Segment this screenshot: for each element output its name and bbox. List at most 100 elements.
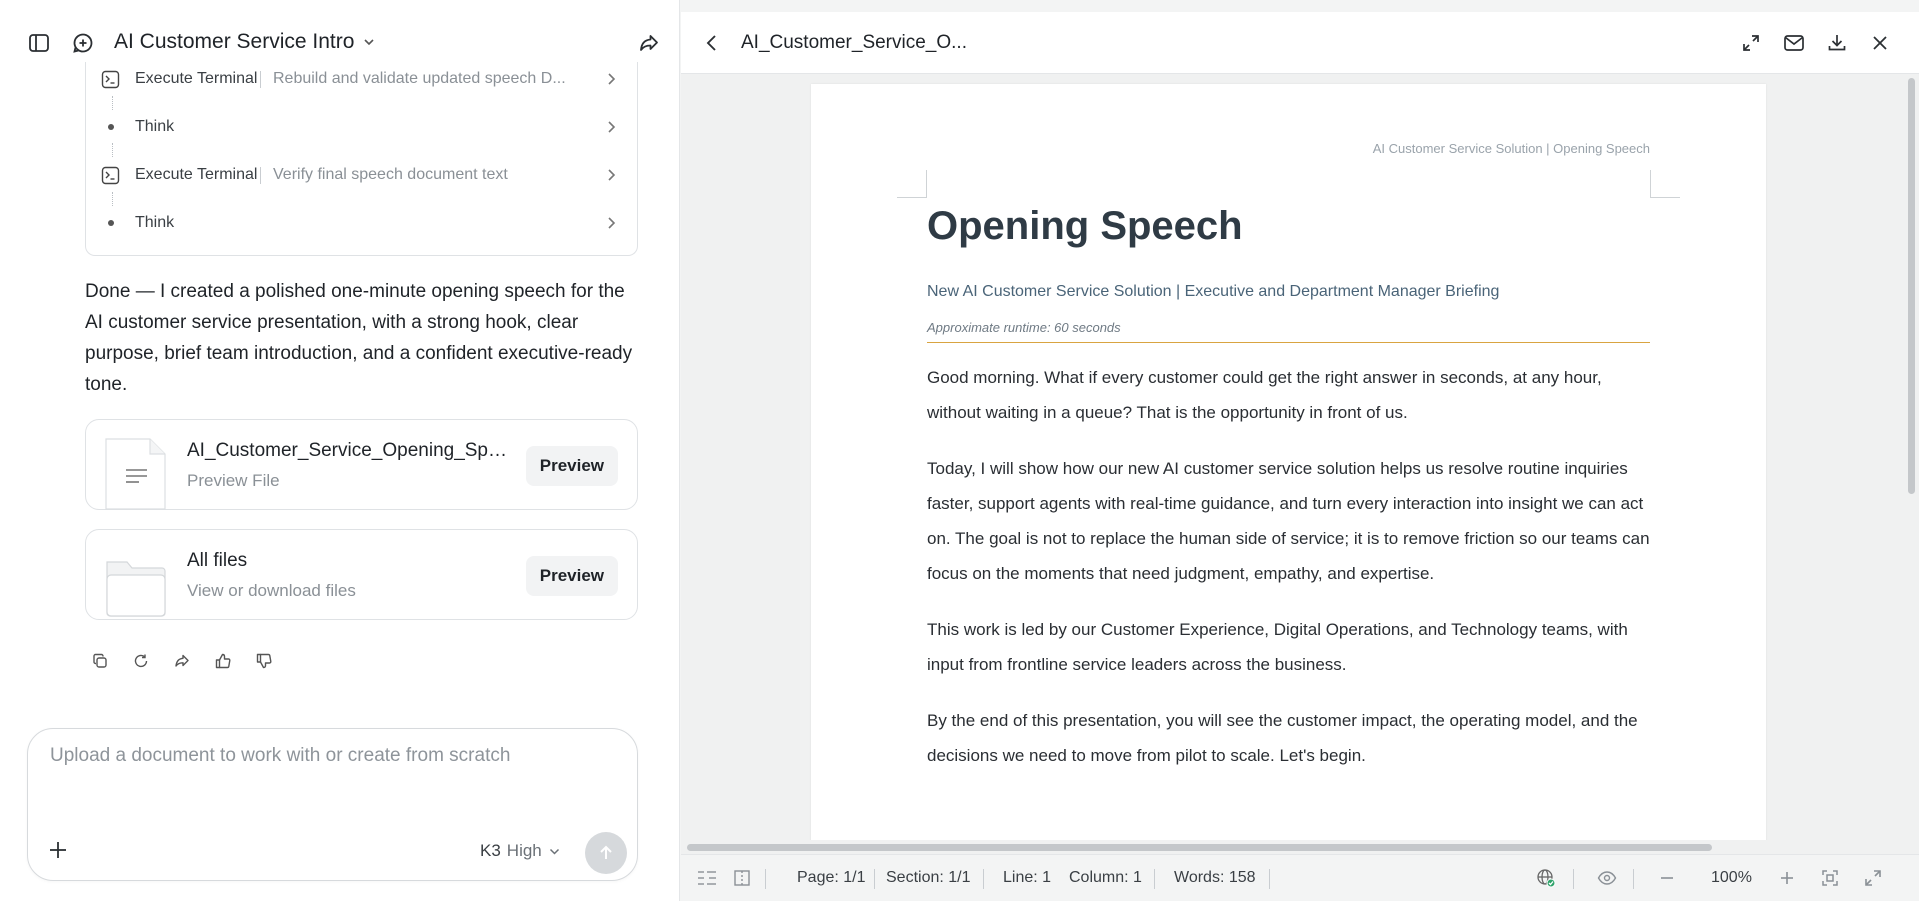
language-globe-icon[interactable] (1535, 867, 1557, 889)
vertical-scrollbar[interactable] (1904, 74, 1919, 840)
plus-icon[interactable] (45, 837, 71, 863)
running-header: AI Customer Service Solution | Opening S… (1372, 141, 1650, 156)
chevron-down-icon (548, 845, 561, 858)
file-card-speech[interactable]: AI_Customer_Service_Opening_Spee... Prev… (85, 419, 638, 510)
download-icon[interactable] (1825, 31, 1849, 55)
preview-button[interactable]: Preview (525, 446, 618, 486)
document-paragraph: By the end of this presentation, you wil… (927, 711, 1638, 765)
folder-icon (105, 548, 166, 620)
step-divider (260, 71, 261, 88)
status-divider (874, 869, 875, 889)
document-paragraph: Today, I will show how our new AI custom… (927, 459, 1650, 583)
message-composer: K3 High (27, 728, 638, 881)
scrollbar-thumb[interactable] (1908, 78, 1915, 494)
chevron-right-icon (603, 215, 619, 231)
zoom-out-icon[interactable] (1656, 867, 1678, 889)
message-actions (91, 652, 273, 670)
step-think[interactable]: Think (86, 206, 637, 240)
crop-mark (1650, 170, 1680, 198)
assistant-reply: Done — I created a polished one-minute o… (85, 281, 633, 395)
chevron-right-icon (603, 119, 619, 135)
chat-panel: AI Customer Service Intro Execute Termin… (0, 0, 680, 901)
outline-icon[interactable] (696, 867, 718, 889)
status-divider (1154, 869, 1155, 889)
mail-icon[interactable] (1782, 31, 1806, 55)
document-canvas[interactable]: AI Customer Service Solution | Opening S… (681, 74, 1904, 840)
chevron-right-icon (603, 71, 619, 87)
status-divider (983, 869, 984, 889)
status-line: Line: 1 (1003, 869, 1052, 886)
document-paragraph: This work is led by our Customer Experie… (927, 620, 1628, 674)
chat-title-text: AI Customer Service Intro (114, 30, 355, 53)
accent-rule (927, 342, 1650, 343)
regenerate-icon[interactable] (132, 652, 150, 670)
tool-steps-list: Execute Terminal Rebuild and validate up… (85, 62, 638, 256)
preview-button[interactable]: Preview (525, 556, 618, 596)
file-subtitle: View or download files (187, 581, 356, 600)
step-execute-terminal[interactable]: Execute Terminal Verify final speech doc… (86, 158, 637, 192)
fit-page-icon[interactable] (1819, 867, 1841, 889)
sidebar-toggle-icon[interactable] (25, 29, 53, 57)
copy-icon[interactable] (91, 652, 109, 670)
step-execute-terminal[interactable]: Execute Terminal Rebuild and validate up… (86, 62, 637, 96)
status-page: Page: 1/1 (797, 869, 866, 886)
share-icon[interactable] (173, 652, 191, 670)
document-subtitle: New AI Customer Service Solution | Execu… (927, 283, 1500, 300)
zoom-in-icon[interactable] (1776, 867, 1798, 889)
thumbs-down-icon[interactable] (255, 652, 273, 670)
document-title: AI_Customer_Service_O... (741, 32, 967, 53)
document-runtime: Approximate runtime: 60 seconds (927, 320, 1121, 335)
terminal-icon (101, 166, 120, 185)
back-arrow-icon[interactable] (700, 31, 724, 55)
thumbs-up-icon[interactable] (214, 652, 232, 670)
terminal-icon (101, 70, 120, 89)
step-description: Rebuild and validate updated speech D... (273, 70, 566, 87)
document-paragraph: Good morning. What if every customer cou… (927, 368, 1602, 422)
zoom-level[interactable]: 100% (1711, 869, 1752, 887)
file-name: All files (187, 550, 248, 571)
status-words: Words: 158 (1174, 869, 1256, 886)
status-bar: Page: 1/1 Section: 1/1 Line: 1 Column: 1… (681, 854, 1919, 901)
document-body: Good morning. What if every customer cou… (927, 360, 1657, 794)
send-button[interactable] (585, 832, 627, 874)
message-input[interactable] (50, 745, 610, 767)
new-chat-icon[interactable] (69, 29, 97, 57)
arrow-up-icon (600, 845, 612, 859)
step-name: Execute Terminal (135, 70, 258, 87)
step-divider (260, 167, 261, 184)
document-file-icon (105, 438, 166, 510)
file-subtitle: Preview File (187, 471, 280, 490)
step-connector (112, 143, 113, 157)
file-name: AI_Customer_Service_Opening_Spee... (187, 440, 517, 461)
model-name: K3 (480, 841, 501, 860)
document-page: AI Customer Service Solution | Opening S… (811, 84, 1766, 840)
expand-icon[interactable] (1739, 31, 1763, 55)
model-mode: High (506, 841, 542, 860)
close-icon[interactable] (1868, 31, 1892, 55)
file-card-all-files[interactable]: All files View or download files Preview (85, 529, 638, 620)
model-selector[interactable]: K3 High (480, 841, 561, 861)
step-connector (112, 192, 113, 206)
chevron-right-icon (603, 167, 619, 183)
status-column: Column: 1 (1069, 869, 1142, 886)
status-divider (1269, 869, 1270, 889)
status-divider (1573, 869, 1574, 889)
chat-title[interactable]: AI Customer Service Intro (114, 30, 376, 54)
step-name: Execute Terminal (135, 166, 258, 183)
status-section: Section: 1/1 (886, 869, 971, 886)
step-think[interactable]: Think (86, 110, 637, 144)
horizontal-scrollbar[interactable] (681, 840, 1904, 854)
scrollbar-thumb[interactable] (687, 844, 1712, 851)
page-layout-icon[interactable] (731, 867, 753, 889)
chevron-down-icon (362, 35, 376, 49)
eye-icon[interactable] (1596, 867, 1618, 889)
step-name: Think (135, 118, 175, 135)
document-heading: Opening Speech (927, 204, 1243, 248)
crop-mark (897, 170, 927, 198)
step-connector (112, 96, 113, 110)
preview-header: AI_Customer_Service_O... (681, 12, 1919, 74)
fullscreen-icon[interactable] (1862, 867, 1884, 889)
share-icon[interactable] (635, 29, 663, 57)
bullet-dot-icon (108, 124, 114, 130)
bullet-dot-icon (108, 220, 114, 226)
